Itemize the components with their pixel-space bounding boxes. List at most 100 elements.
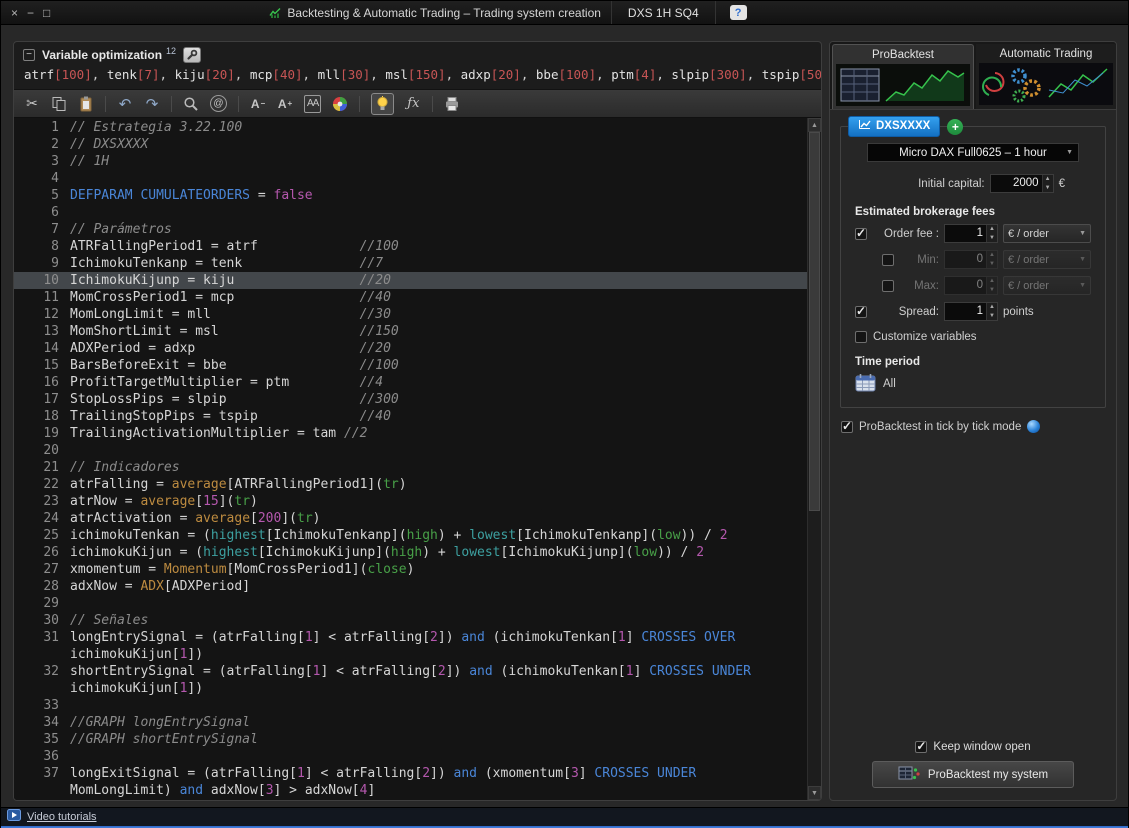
- close-button[interactable]: ×: [11, 2, 18, 24]
- code-editor-lines[interactable]: 1// Estrategia 3.22.1002// DXSXXXX3// 1H…: [14, 118, 807, 800]
- color-theme-icon[interactable]: [332, 95, 348, 113]
- code-line[interactable]: 27xmomentum = Momentum[MomCrossPeriod1](…: [14, 561, 807, 578]
- timeframe-select[interactable]: Micro DAX Full0625 – 1 hour ▼: [867, 143, 1079, 162]
- scrollbar-track[interactable]: [808, 132, 821, 786]
- code-line[interactable]: 12MomLongLimit = mll //30: [14, 306, 807, 323]
- initial-capital-input[interactable]: 2000 ▲▼: [990, 174, 1054, 193]
- min-fee-checkbox[interactable]: [882, 254, 894, 266]
- code-line[interactable]: 20: [14, 442, 807, 459]
- scroll-down-icon[interactable]: ▼: [808, 786, 821, 800]
- code-line[interactable]: 36: [14, 748, 807, 765]
- order-fee-checkbox[interactable]: [855, 228, 867, 240]
- code-line[interactable]: 14ADXPeriod = adxp //20: [14, 340, 807, 357]
- variable-chip[interactable]: ptm[4]: [611, 67, 656, 82]
- add-instrument-button[interactable]: +: [947, 119, 963, 135]
- code-line[interactable]: 7// Parámetros: [14, 221, 807, 238]
- customize-variables-checkbox[interactable]: [855, 331, 867, 343]
- code-line[interactable]: 3// 1H: [14, 153, 807, 170]
- code-line[interactable]: 2// DXSXXXX: [14, 136, 807, 153]
- time-period-button[interactable]: All: [855, 373, 1099, 395]
- redo-icon[interactable]: ↷: [144, 95, 160, 113]
- code-line[interactable]: 21// Indicadores: [14, 459, 807, 476]
- tick-mode-checkbox[interactable]: [841, 421, 853, 433]
- spinner-arrows[interactable]: ▲▼: [986, 303, 997, 320]
- code-line[interactable]: 18TrailingStopPips = tspip //40: [14, 408, 807, 425]
- code-line[interactable]: 28adxNow = ADX[ADXPeriod]: [14, 578, 807, 595]
- min-fee-input[interactable]: 0 ▲▼: [944, 250, 998, 269]
- font-decrease-icon[interactable]: A−: [250, 95, 266, 113]
- code-line[interactable]: 30// Señales: [14, 612, 807, 629]
- keep-window-checkbox[interactable]: [915, 741, 927, 753]
- optimization-settings-button[interactable]: [183, 47, 201, 63]
- scroll-up-icon[interactable]: ▲: [808, 118, 821, 132]
- code-line[interactable]: 1// Estrategia 3.22.100: [14, 119, 807, 136]
- code-line[interactable]: 35//GRAPH shortEntrySignal: [14, 731, 807, 748]
- variable-chip[interactable]: tenk[7]: [107, 67, 160, 82]
- undo-icon[interactable]: ↶: [117, 95, 133, 113]
- variable-chip[interactable]: bbe[100]: [536, 67, 596, 82]
- variable-chip[interactable]: mcp[40]: [250, 67, 303, 82]
- spinner-arrows[interactable]: ▲▼: [986, 251, 997, 268]
- maximize-button[interactable]: □: [43, 2, 50, 24]
- spinner-arrows[interactable]: ▲▼: [1042, 175, 1053, 192]
- variable-chip[interactable]: atrf[100]: [24, 67, 92, 82]
- minimize-button[interactable]: −: [27, 2, 34, 24]
- cut-icon[interactable]: ✂: [24, 95, 40, 113]
- print-icon[interactable]: [444, 95, 460, 113]
- spread-checkbox[interactable]: [855, 306, 867, 318]
- spinner-arrows[interactable]: ▲▼: [986, 277, 997, 294]
- code-line[interactable]: 13MomShortLimit = msl //150: [14, 323, 807, 340]
- help-icon[interactable]: ?: [730, 5, 747, 20]
- editor-scrollbar[interactable]: ▲ ▼: [807, 118, 821, 800]
- order-fee-input[interactable]: 1 ▲▼: [944, 224, 998, 243]
- max-fee-input[interactable]: 0 ▲▼: [944, 276, 998, 295]
- run-probacktest-button[interactable]: ProBacktest my system: [872, 761, 1074, 788]
- code-line[interactable]: 24atrActivation = average[200](tr): [14, 510, 807, 527]
- max-fee-unit-select[interactable]: € / order ▼: [1003, 276, 1091, 295]
- code-line[interactable]: 11MomCrossPeriod1 = mcp //40: [14, 289, 807, 306]
- code-line[interactable]: 37longExitSignal = (atrFalling[1] < atrF…: [14, 765, 807, 799]
- code-line[interactable]: 25ichimokuTenkan = (highest[IchimokuTenk…: [14, 527, 807, 544]
- variable-chip[interactable]: slpip[300]: [671, 67, 746, 82]
- copy-icon[interactable]: [51, 95, 67, 113]
- order-fee-unit-select[interactable]: € / order ▼: [1003, 224, 1091, 243]
- scrollbar-thumb[interactable]: [809, 132, 820, 511]
- variable-chip[interactable]: tspip[50]: [762, 67, 821, 82]
- code-line[interactable]: 6: [14, 204, 807, 221]
- code-line[interactable]: 10IchimokuKijunp = kiju //20: [14, 272, 807, 289]
- document-tab[interactable]: DXS 1H SQ4: [611, 1, 716, 24]
- spread-input[interactable]: 1 ▲▼: [944, 302, 998, 321]
- comment-icon[interactable]: @: [210, 95, 227, 112]
- syntax-highlight-icon[interactable]: [371, 93, 394, 115]
- font-increase-icon[interactable]: A+: [277, 95, 293, 113]
- variable-chip[interactable]: msl[150]: [385, 67, 445, 82]
- code-line[interactable]: 19TrailingActivationMultiplier = tam //2: [14, 425, 807, 442]
- search-icon[interactable]: [183, 95, 199, 113]
- max-fee-checkbox[interactable]: [882, 280, 894, 292]
- code-line[interactable]: 26ichimokuKijun = (highest[IchimokuKijun…: [14, 544, 807, 561]
- code-line[interactable]: 31longEntrySignal = (atrFalling[1] < atr…: [14, 629, 807, 663]
- code-line[interactable]: 32shortEntrySignal = (atrFalling[1] < at…: [14, 663, 807, 697]
- code-line[interactable]: 4: [14, 170, 807, 187]
- variable-chip[interactable]: mll[30]: [318, 67, 371, 82]
- font-default-icon[interactable]: AA: [304, 95, 321, 113]
- tab-automatic-trading[interactable]: Automatic Trading: [976, 44, 1116, 109]
- paste-icon[interactable]: [78, 95, 94, 113]
- code-line[interactable]: 29: [14, 595, 807, 612]
- code-line[interactable]: 5DEFPARAM CUMULATEORDERS = false: [14, 187, 807, 204]
- code-line[interactable]: 23atrNow = average[15](tr): [14, 493, 807, 510]
- code-line[interactable]: 8ATRFallingPeriod1 = atrf //100: [14, 238, 807, 255]
- tab-probacktest[interactable]: ProBacktest: [832, 44, 974, 109]
- code-line[interactable]: 33: [14, 697, 807, 714]
- code-line[interactable]: 17StopLossPips = slpip //300: [14, 391, 807, 408]
- variable-chip[interactable]: kiju[20]: [175, 67, 235, 82]
- code-line[interactable]: 22atrFalling = average[ATRFallingPeriod1…: [14, 476, 807, 493]
- code-line[interactable]: 9IchimokuTenkanp = tenk //7: [14, 255, 807, 272]
- instrument-button[interactable]: DXSXXXX: [848, 116, 940, 137]
- collapse-toggle[interactable]: −: [23, 49, 35, 61]
- variable-chip[interactable]: adxp[20]: [461, 67, 521, 82]
- code-line[interactable]: 16ProfitTargetMultiplier = ptm //4: [14, 374, 807, 391]
- code-line[interactable]: 34//GRAPH longEntrySignal: [14, 714, 807, 731]
- min-fee-unit-select[interactable]: € / order ▼: [1003, 250, 1091, 269]
- code-line[interactable]: 15BarsBeforeExit = bbe //100: [14, 357, 807, 374]
